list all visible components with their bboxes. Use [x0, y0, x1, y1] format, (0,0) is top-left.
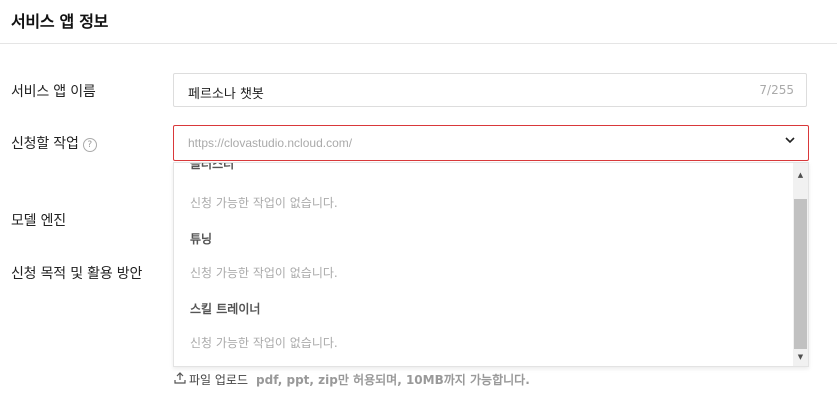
- scroll-up-arrow-icon[interactable]: ▲: [793, 171, 808, 179]
- dropdown-empty-message: 신청 가능한 작업이 없습니다.: [190, 196, 338, 210]
- app-name-value: 페르소나 챗봇: [188, 87, 264, 102]
- dropdown-group-partial: 클러스터: [190, 162, 235, 171]
- section-divider: [0, 43, 837, 44]
- upload-hint: pdf, ppt, zip만 허용되며, 10MB까지 가능합니다.: [256, 373, 530, 387]
- app-name-label: 서비스 앱 이름: [11, 84, 96, 100]
- purpose-label: 신청 목적 및 활용 방안: [11, 266, 143, 282]
- dropdown-empty-message: 신청 가능한 작업이 없습니다.: [190, 336, 338, 350]
- model-engine-label: 모델 엔진: [11, 213, 66, 229]
- app-name-input[interactable]: 페르소나 챗봇 7/255: [173, 73, 807, 107]
- scroll-thumb[interactable]: [794, 199, 807, 349]
- scroll-down-arrow-icon[interactable]: ▼: [793, 353, 808, 361]
- task-select[interactable]: https://clovastudio.ncloud.com/: [173, 125, 809, 161]
- char-counter: 7/255: [759, 83, 794, 97]
- dropdown-group-skill-trainer: 스킬 트레이너: [190, 302, 261, 316]
- section-title: 서비스 앱 정보: [11, 12, 109, 31]
- dropdown-scrollbar[interactable]: ▲ ▼: [793, 163, 808, 366]
- dropdown-empty-message: 신청 가능한 작업이 없습니다.: [190, 266, 338, 280]
- file-upload-row: 파일 업로드 pdf, ppt, zip만 허용되며, 10MB까지 가능합니다.: [174, 371, 530, 388]
- chevron-down-icon[interactable]: [784, 134, 796, 150]
- help-circle-icon[interactable]: ?: [82, 138, 97, 152]
- task-label-text: 신청할 작업: [11, 136, 79, 152]
- dropdown-group-tuning: 튜닝: [190, 232, 213, 246]
- file-upload-button[interactable]: 파일 업로드: [189, 373, 248, 387]
- task-dropdown-list[interactable]: 클러스터 신청 가능한 작업이 없습니다. 튜닝 신청 가능한 작업이 없습니다…: [173, 162, 809, 367]
- task-select-placeholder: https://clovastudio.ncloud.com/: [188, 136, 353, 150]
- app-info-page: 서비스 앱 정보 서비스 앱 이름 페르소나 챗봇 7/255 신청할 작업? …: [0, 0, 837, 406]
- task-label: 신청할 작업?: [11, 133, 97, 153]
- upload-icon[interactable]: [174, 372, 186, 387]
